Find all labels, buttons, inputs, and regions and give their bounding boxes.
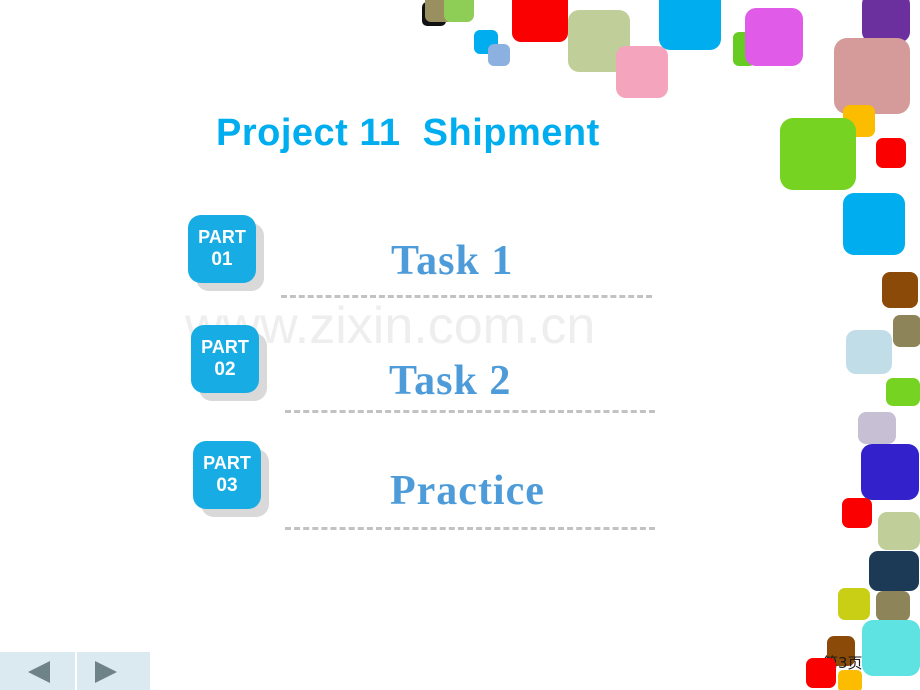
decor-square [838,670,862,690]
decor-square [733,32,755,66]
decor-square [474,30,498,54]
part-title-01[interactable]: Task 1 [391,237,513,285]
part-row-02: PART 02 Task 2 [0,325,920,425]
decor-square [422,2,446,26]
badge-face: PART 02 [191,325,259,393]
badge-part-label: PART [201,337,249,357]
decor-square [425,0,453,22]
part-row-03: PART 03 Practice [0,441,920,541]
navigation-divider [75,652,77,690]
badge-part-label: PART [203,453,251,473]
decor-square [616,46,668,98]
decor-square [512,0,568,42]
decor-square [869,551,919,591]
decor-square [843,105,875,137]
decor-square [568,10,630,72]
next-arrow-icon[interactable] [95,661,117,683]
decor-square [876,138,906,168]
page-title: Project 11 Shipment [216,112,600,154]
badge-number-label: 01 [211,249,233,270]
decor-square [444,0,474,22]
decor-square [838,588,870,620]
part-badge-02[interactable]: PART 02 [191,325,267,401]
decor-square [876,591,910,621]
part-badge-03[interactable]: PART 03 [193,441,269,517]
decor-square [862,620,920,676]
decor-square [780,118,856,190]
part-divider-02 [285,410,655,413]
part-divider-03 [285,527,655,530]
decor-square [659,0,721,50]
badge-face: PART 01 [188,215,256,283]
slide-canvas: www.zixin.com.cn Project 11 Shipment PAR… [0,0,920,690]
page-number: 第3页 [823,654,863,672]
decor-square [745,8,803,66]
badge-number-label: 03 [216,475,238,496]
part-title-03[interactable]: Practice [390,467,545,515]
part-divider-01 [281,295,652,298]
badge-number-label: 02 [214,359,236,380]
part-badge-01[interactable]: PART 01 [188,215,264,291]
prev-arrow-icon[interactable] [28,661,50,683]
badge-part-label: PART [198,227,246,247]
decor-square [862,0,910,42]
part-title-02[interactable]: Task 2 [389,357,511,405]
badge-face: PART 03 [193,441,261,509]
decor-square [834,38,910,114]
decor-square [488,44,510,66]
part-row-01: PART 01 Task 1 [0,215,920,315]
